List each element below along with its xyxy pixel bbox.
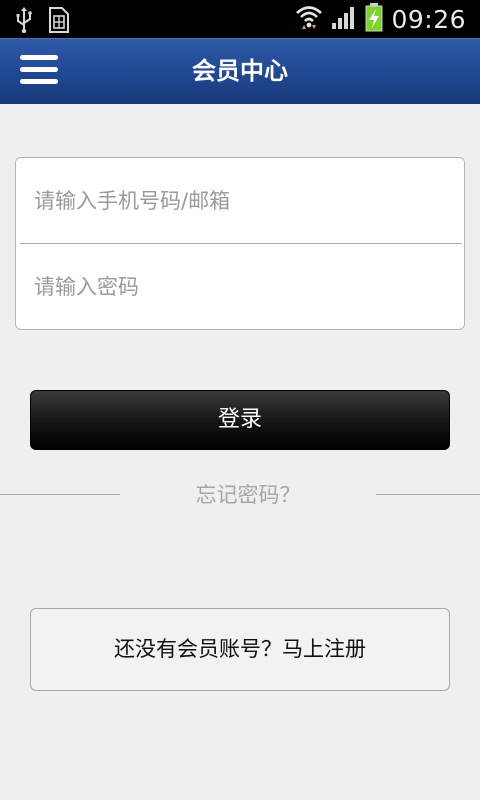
sim-icon (48, 6, 70, 38)
password-input[interactable] (16, 244, 464, 329)
divider-right (376, 494, 480, 495)
login-button[interactable]: 登录 (30, 390, 450, 450)
divider-left (0, 494, 120, 495)
menu-bar-line (20, 79, 58, 84)
menu-bar-line (20, 55, 58, 60)
wifi-icon (295, 4, 323, 34)
phone-email-input[interactable] (16, 158, 464, 243)
status-clock: 09:26 (391, 4, 466, 34)
page-title: 会员中心 (192, 57, 288, 85)
menu-bar-line (20, 67, 58, 72)
status-bar-right: 09:26 (295, 0, 466, 38)
battery-charging-icon (365, 2, 383, 36)
forgot-password-link[interactable]: 忘记密码？ (120, 480, 376, 510)
register-button[interactable]: 还没有会员账号？马上注册 (30, 608, 450, 691)
app-bar: 会员中心 (0, 38, 480, 104)
usb-icon (14, 7, 34, 37)
signal-icon (331, 5, 357, 33)
status-bar-left (14, 6, 70, 38)
status-bar: 09:26 (0, 0, 480, 38)
hamburger-menu-icon[interactable] (20, 55, 58, 89)
login-form-card (15, 157, 465, 330)
